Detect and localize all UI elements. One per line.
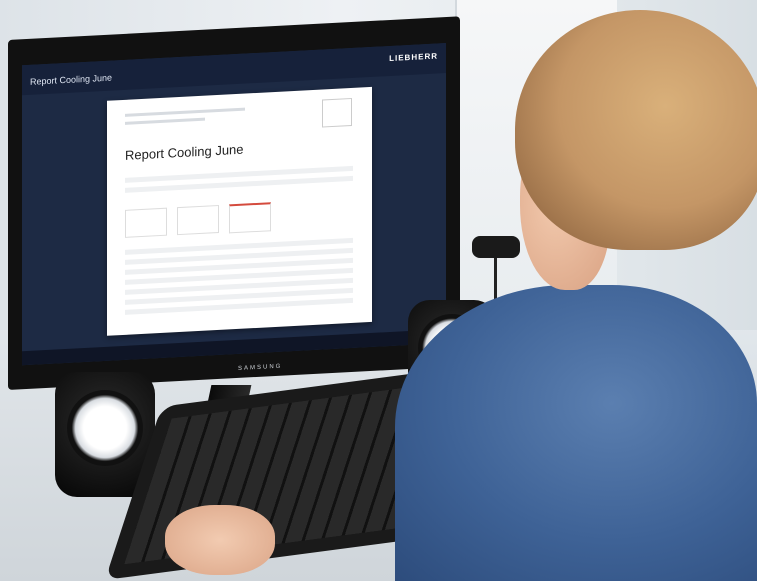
stat-card [177,204,219,236]
webcam [472,236,520,258]
doc-header-line [125,107,245,117]
report-document: Report Cooling June [107,86,372,336]
person-hand [165,505,275,575]
windows-taskbar[interactable] [22,329,446,366]
report-title: Report Cooling June [125,141,244,163]
stat-card-alert [229,202,271,234]
refrigerator-icon [322,97,352,128]
speaker-cone [67,390,143,466]
doc-subheader-line [125,117,205,125]
stat-card [125,207,167,238]
computer-monitor: Report Cooling June LIEBHERR Report Cool… [8,16,460,391]
app-topbar: Report Cooling June LIEBHERR [22,43,446,96]
app-title: Report Cooling June [30,72,113,87]
person-hair [515,10,757,250]
monitor-brand: SAMSUNG [238,363,283,372]
person-scrubs [395,285,757,581]
brand-logo: LIEBHERR [389,51,438,64]
monitor-screen: Report Cooling June LIEBHERR Report Cool… [22,43,446,366]
